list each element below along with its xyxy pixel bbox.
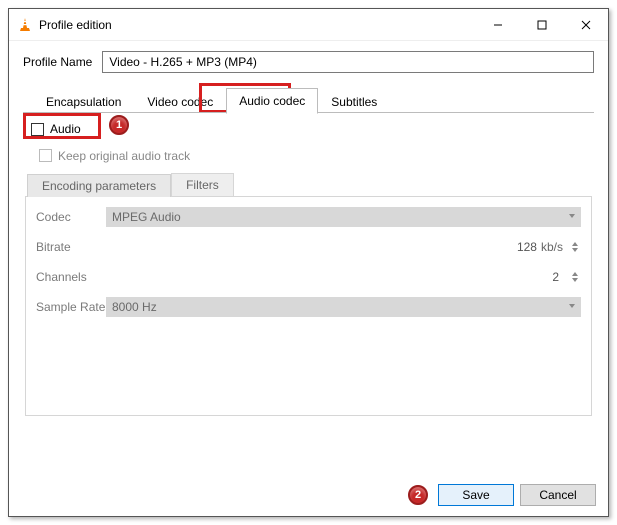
audio-checkbox-row[interactable]: Audio	[31, 122, 81, 136]
vlc-cone-icon	[17, 17, 33, 33]
chevron-up-icon	[572, 272, 578, 276]
encoding-parameters-panel: Codec MPEG Audio Bitrate 128 kb/s	[25, 196, 592, 416]
titlebar: Profile edition	[9, 9, 608, 41]
tab-video-codec[interactable]: Video codec	[134, 89, 226, 114]
subtab-strip: Encoding parameters Filters	[27, 173, 590, 196]
callout-2: 2	[408, 485, 428, 505]
save-button[interactable]: Save	[438, 484, 514, 506]
cancel-button[interactable]: Cancel	[520, 484, 596, 506]
tab-encapsulation[interactable]: Encapsulation	[33, 89, 134, 114]
content-area: Profile Name Encapsulation Video codec A…	[9, 41, 608, 474]
tab-subtitles[interactable]: Subtitles	[318, 89, 390, 114]
tab-strip-container: Encapsulation Video codec Audio codec Su…	[23, 87, 594, 114]
keep-original-row: Keep original audio track	[39, 149, 592, 163]
subtab-filters[interactable]: Filters	[171, 173, 234, 196]
keep-original-checkbox	[39, 149, 52, 162]
channels-label: Channels	[36, 270, 106, 284]
bitrate-value: 128	[106, 240, 541, 254]
footer: 2 Save Cancel	[9, 474, 608, 516]
tab-audio-codec[interactable]: Audio codec	[226, 88, 318, 114]
channels-spin-arrows[interactable]	[569, 272, 581, 282]
sample-rate-row: Sample Rate 8000 Hz	[36, 297, 581, 317]
profile-name-label: Profile Name	[23, 55, 92, 69]
sample-rate-select[interactable]: 8000 Hz	[106, 297, 581, 317]
profile-name-input[interactable]	[102, 51, 594, 73]
tab-strip: Encapsulation Video codec Audio codec Su…	[33, 87, 594, 113]
sample-rate-value: 8000 Hz	[112, 300, 157, 314]
bitrate-unit: kb/s	[541, 240, 563, 254]
audio-checkbox[interactable]	[31, 123, 44, 136]
codec-value: MPEG Audio	[112, 210, 181, 224]
channels-value: 2	[106, 270, 569, 284]
profile-name-row: Profile Name	[23, 51, 594, 73]
audio-checkbox-label: Audio	[50, 122, 81, 136]
maximize-button[interactable]	[520, 10, 564, 40]
chevron-down-icon	[569, 214, 575, 218]
chevron-down-icon	[572, 278, 578, 282]
channels-row: Channels 2	[36, 267, 581, 287]
chevron-down-icon	[572, 248, 578, 252]
profile-edition-window: Profile edition Profile Name Encapsulati…	[8, 8, 609, 517]
chevron-up-icon	[572, 242, 578, 246]
codec-label: Codec	[36, 210, 106, 224]
sample-rate-label: Sample Rate	[36, 300, 106, 314]
bitrate-label: Bitrate	[36, 240, 106, 254]
bitrate-row: Bitrate 128 kb/s	[36, 237, 581, 257]
codec-select[interactable]: MPEG Audio	[106, 207, 581, 227]
keep-original-label: Keep original audio track	[58, 149, 190, 163]
chevron-down-icon	[569, 304, 575, 308]
subtab-encoding-parameters[interactable]: Encoding parameters	[27, 174, 171, 197]
channels-stepper[interactable]: 2	[106, 267, 581, 287]
bitrate-stepper[interactable]: 128 kb/s	[106, 237, 581, 257]
minimize-button[interactable]	[476, 10, 520, 40]
callout-1: 1	[109, 115, 129, 135]
audio-codec-panel: Audio 1 Keep original audio track Encodi…	[23, 114, 594, 474]
window-title: Profile edition	[39, 18, 476, 32]
bitrate-spin-arrows[interactable]	[569, 242, 581, 252]
codec-row: Codec MPEG Audio	[36, 207, 581, 227]
close-button[interactable]	[564, 10, 608, 40]
